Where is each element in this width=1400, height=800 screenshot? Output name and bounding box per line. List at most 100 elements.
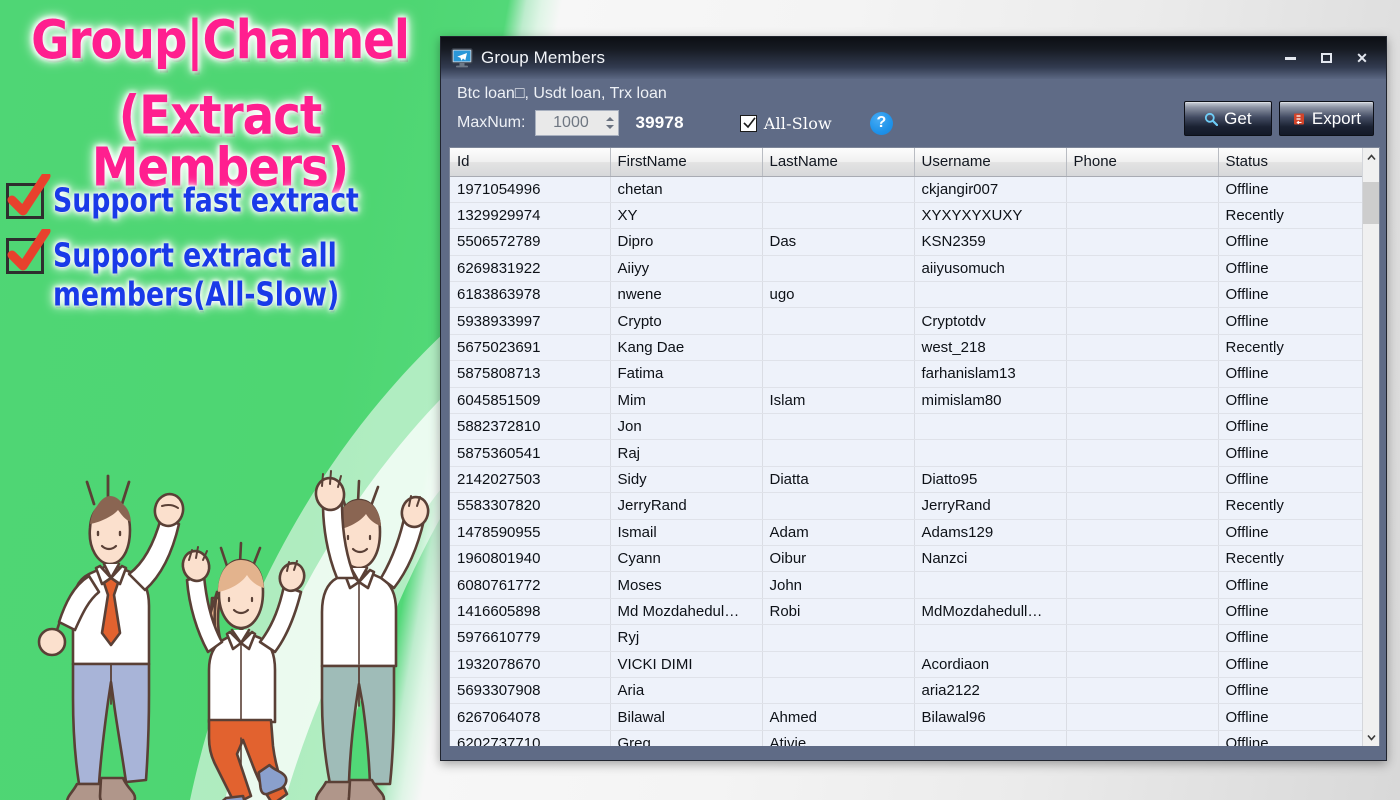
cell-status: Offline [1218, 466, 1362, 494]
cell-status: Offline [1218, 703, 1362, 731]
cell-username: mimislam80 [914, 387, 1067, 415]
cell-id: 5675023691 [450, 334, 611, 362]
scroll-up-button[interactable] [1363, 148, 1379, 166]
maxnum-input[interactable]: 1000 [536, 114, 605, 132]
all-slow-label: All-Slow [763, 113, 832, 133]
promo-text-block: Group|Channel (Extract Members) Support … [0, 0, 440, 314]
cell-firstname: Aiiyy [610, 255, 763, 283]
cell-firstname: Crypto [610, 307, 763, 335]
cell-lastname: Oibur [762, 545, 915, 573]
table-row[interactable]: 1329929974 XY XYXYXYXUXY Recently [450, 202, 1362, 230]
table-row[interactable]: 5693307908 Aria aria2122 Offline [450, 677, 1362, 705]
table-row[interactable]: 5882372810 Jon Offline [450, 413, 1362, 441]
table-row[interactable]: 6080761772 Moses John Offline [450, 571, 1362, 599]
column-header-id[interactable]: Id [450, 148, 611, 177]
cell-lastname [762, 255, 915, 283]
help-icon[interactable]: ? [869, 111, 893, 135]
cell-username: MdMozdahedull… [914, 598, 1067, 626]
cell-username: Adams129 [914, 519, 1067, 546]
table-row[interactable]: 1971054996 chetan ckjangir007 Offline [450, 176, 1362, 203]
maximize-button[interactable] [1308, 44, 1344, 72]
maxnum-stepper[interactable]: 1000 [535, 110, 620, 136]
cell-id: 5506572789 [450, 228, 611, 256]
export-file-icon [1293, 113, 1304, 124]
column-header-firstname[interactable]: FirstName [610, 148, 763, 177]
cell-status: Offline [1218, 307, 1362, 335]
cell-id: 5938933997 [450, 307, 611, 335]
cell-lastname [762, 360, 915, 388]
table-row[interactable]: 1416605898 Md Mozdahedul… Robi MdMozdahedul… [450, 598, 1362, 626]
cell-phone [1066, 202, 1219, 230]
window-status-strip [441, 746, 1386, 760]
cell-status: Offline [1218, 281, 1362, 309]
cell-status: Offline [1218, 176, 1362, 203]
cell-firstname: JerryRand [610, 492, 763, 520]
table-row[interactable]: 6183863978 nwene ugo Offline [450, 281, 1362, 309]
table-row[interactable]: 5875808713 Fatima farhanislam13 Offline [450, 360, 1362, 388]
scrollbar-track[interactable] [1363, 166, 1379, 728]
scrollbar-thumb[interactable] [1363, 182, 1379, 224]
cell-id: 5583307820 [450, 492, 611, 520]
vertical-scrollbar[interactable] [1362, 148, 1379, 746]
table-row[interactable]: 2142027503 Sidy Diatta Diatto95 Offline [450, 466, 1362, 494]
cell-firstname: nwene [610, 281, 763, 309]
cell-firstname: Cyann [610, 545, 763, 573]
column-header-lastname[interactable]: LastName [762, 148, 915, 177]
promo-bullet-2: Support extract all members(All-Slow) [0, 229, 440, 314]
column-header-username[interactable]: Username [914, 148, 1067, 177]
group-members-window: Group Members ✕ Btc loan□, Usdt loan, Tr… [440, 36, 1387, 761]
cell-firstname: Jon [610, 413, 763, 441]
celebrating-people-illustration [37, 470, 430, 800]
table-row[interactable]: 6267064078 Bilawal Ahmed Bilawal96 Offline [450, 703, 1362, 731]
cell-username [914, 413, 1067, 441]
stepper-arrows-icon[interactable] [605, 117, 614, 129]
table-row[interactable]: 5506572789 Dipro Das KSN2359 Offline [450, 228, 1362, 256]
window-title: Group Members [481, 48, 606, 67]
column-header-phone[interactable]: Phone [1066, 148, 1219, 177]
table-row[interactable]: 5875360541 Raj Offline [450, 439, 1362, 467]
table-row[interactable]: 6045851509 Mim Islam mimislam80 Offline [450, 387, 1362, 415]
minimize-button[interactable] [1272, 44, 1308, 72]
cell-phone [1066, 677, 1219, 705]
close-button[interactable]: ✕ [1344, 44, 1380, 72]
table-row[interactable]: 6269831922 Aiiyy aiiyusomuch Offline [450, 255, 1362, 283]
table-row[interactable]: 1478590955 Ismail Adam Adams129 Offline [450, 519, 1362, 546]
cell-lastname: Ahmed [762, 703, 915, 731]
column-header-status[interactable]: Status [1218, 148, 1362, 177]
checkbox-box[interactable] [739, 114, 757, 132]
table-row[interactable]: 6202737710 Greg Ativie Offline [450, 730, 1362, 746]
cell-id: 1960801940 [450, 545, 611, 573]
total-count-label: 39978 [635, 113, 684, 132]
export-button[interactable]: Export [1278, 101, 1374, 136]
cell-status: Offline [1218, 651, 1362, 678]
cell-username: west_218 [914, 334, 1067, 362]
window-titlebar[interactable]: Group Members ✕ [441, 37, 1386, 79]
members-table-element: Id FirstName LastName Username Phone Sta… [450, 148, 1362, 746]
get-button[interactable]: Get [1183, 101, 1272, 136]
cell-status: Offline [1218, 439, 1362, 467]
all-slow-checkbox[interactable]: All-Slow [739, 113, 832, 133]
cell-phone [1066, 598, 1219, 626]
cell-id: 5882372810 [450, 413, 611, 441]
cell-username: Nanzci [914, 545, 1067, 573]
table-row[interactable]: 1960801940 Cyann Oibur Nanzci Recently [450, 545, 1362, 573]
checkmark-icon [6, 229, 51, 275]
cell-username: farhanislam13 [914, 360, 1067, 388]
table-row[interactable]: 5675023691 Kang Dae west_218 Recently [450, 334, 1362, 362]
cell-id: 6045851509 [450, 387, 611, 415]
cell-username [914, 624, 1067, 652]
table-row[interactable]: 5583307820 JerryRand JerryRand Recently [450, 492, 1362, 520]
cell-phone [1066, 413, 1219, 441]
table-row[interactable]: 5976610779 Ryj Offline [450, 624, 1362, 652]
cell-status: Recently [1218, 492, 1362, 520]
promo-bullet-1-label: Support fast extract [53, 182, 359, 221]
cell-username: aiiyusomuch [914, 255, 1067, 283]
table-row[interactable]: 5938933997 Crypto Cryptotdv Offline [450, 307, 1362, 335]
table-row[interactable]: 1932078670 VICKI DIMI Acordiaon Offline [450, 651, 1362, 678]
cell-phone [1066, 703, 1219, 731]
cell-phone [1066, 624, 1219, 652]
cell-lastname: Ativie [762, 730, 915, 746]
check-icon [743, 116, 756, 128]
cell-firstname: Kang Dae [610, 334, 763, 362]
scroll-down-button[interactable] [1363, 728, 1379, 746]
